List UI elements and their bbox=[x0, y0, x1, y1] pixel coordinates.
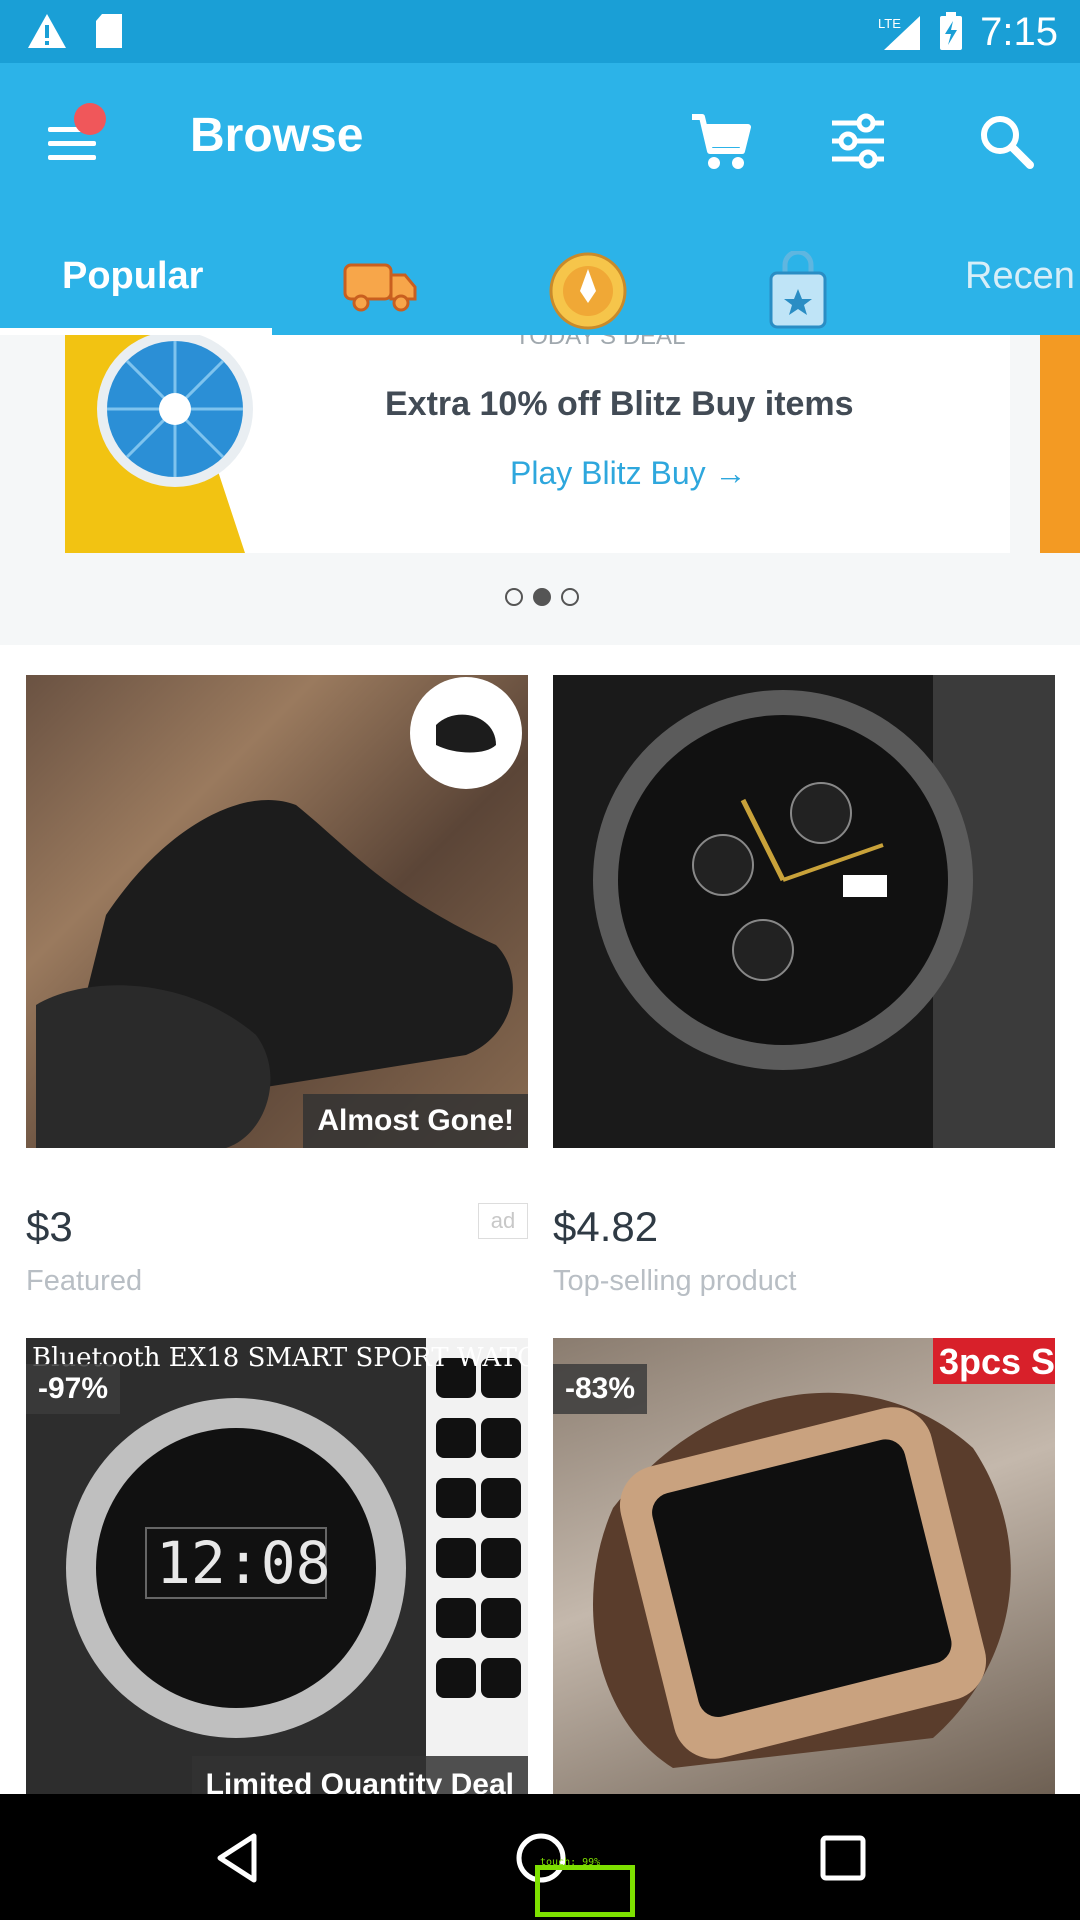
spin-wheel-icon bbox=[97, 335, 253, 487]
watch-image bbox=[593, 675, 1055, 1148]
tab-blitz-buy-wheel-icon[interactable] bbox=[548, 251, 628, 331]
cart-icon[interactable] bbox=[684, 105, 756, 177]
category-tabs: Popular Recen bbox=[0, 233, 1080, 335]
touch-indicator bbox=[535, 1865, 635, 1917]
filter-icon[interactable] bbox=[822, 105, 894, 177]
promo-banner[interactable]: TODAY'S DEAL Extra 10% off Blitz Buy ite… bbox=[65, 335, 1010, 553]
pager-dot-active[interactable] bbox=[533, 588, 551, 606]
discount-badge: -83% bbox=[553, 1364, 648, 1414]
ad-label: ad bbox=[478, 1203, 528, 1239]
tab-wishlist-bag-icon[interactable] bbox=[765, 251, 831, 331]
stock-badge: Almost Gone! bbox=[303, 1094, 528, 1148]
pager-dot[interactable] bbox=[505, 588, 523, 606]
signal-icon: LTE bbox=[878, 16, 920, 50]
warning-icon bbox=[28, 14, 66, 48]
tab-indicator bbox=[0, 328, 272, 335]
product-image-watch[interactable] bbox=[553, 675, 1055, 1148]
tab-recent[interactable]: Recen bbox=[965, 255, 1075, 298]
tab-shipping-truck-icon[interactable] bbox=[335, 251, 421, 317]
status-bar: LTE 7:15 bbox=[0, 0, 1080, 63]
deal-badge: Limited Quantity Deal bbox=[191, 1756, 528, 1798]
deal-tag: TODAY'S DEAL bbox=[515, 335, 686, 350]
product-image-shoe[interactable]: Almost Gone! bbox=[26, 675, 528, 1148]
discount-badge: -97% bbox=[26, 1364, 121, 1414]
tab-popular[interactable]: Popular bbox=[62, 255, 203, 298]
shoe-image bbox=[36, 677, 522, 1148]
next-banner-peek[interactable] bbox=[1040, 335, 1080, 553]
sd-card-icon bbox=[96, 14, 122, 48]
battery-charging-icon bbox=[940, 12, 962, 50]
carousel-pager bbox=[505, 588, 589, 608]
notification-dot bbox=[74, 103, 106, 135]
svg-text:LTE: LTE bbox=[878, 16, 901, 31]
product-subtitle: Featured bbox=[26, 1265, 143, 1297]
product-price: $3 bbox=[26, 1203, 73, 1250]
product-price: $4.82 bbox=[553, 1203, 659, 1250]
pager-dot[interactable] bbox=[561, 588, 579, 606]
product-image-sport-watch[interactable]: 12:08 Bluetooth EX18 SMART SPORT WATCH -9… bbox=[26, 1338, 528, 1798]
product-subtitle: Top-selling product bbox=[553, 1265, 797, 1297]
promo-carousel: TODAY'S DEAL Extra 10% off Blitz Buy ite… bbox=[0, 335, 1080, 645]
svg-text:3pcs Screen Protector For U8 s: 3pcs Screen Protector For U8 smart watch bbox=[939, 1341, 1055, 1382]
search-icon[interactable] bbox=[970, 105, 1042, 177]
back-icon[interactable] bbox=[210, 1830, 266, 1886]
banner-title: Extra 10% off Blitz Buy items bbox=[385, 385, 854, 423]
svg-text:12:08: 12:08 bbox=[156, 1529, 331, 1597]
product-image-smartwatch[interactable]: 3pcs Screen Protector For U8 smart watch… bbox=[553, 1338, 1055, 1798]
recents-icon[interactable] bbox=[815, 1830, 871, 1886]
clock: 7:15 bbox=[980, 10, 1058, 54]
app-bar: Browse Popular Recen bbox=[0, 63, 1080, 335]
page-title: Browse bbox=[190, 109, 364, 162]
banner-link[interactable]: Play Blitz Buy → bbox=[510, 455, 747, 492]
